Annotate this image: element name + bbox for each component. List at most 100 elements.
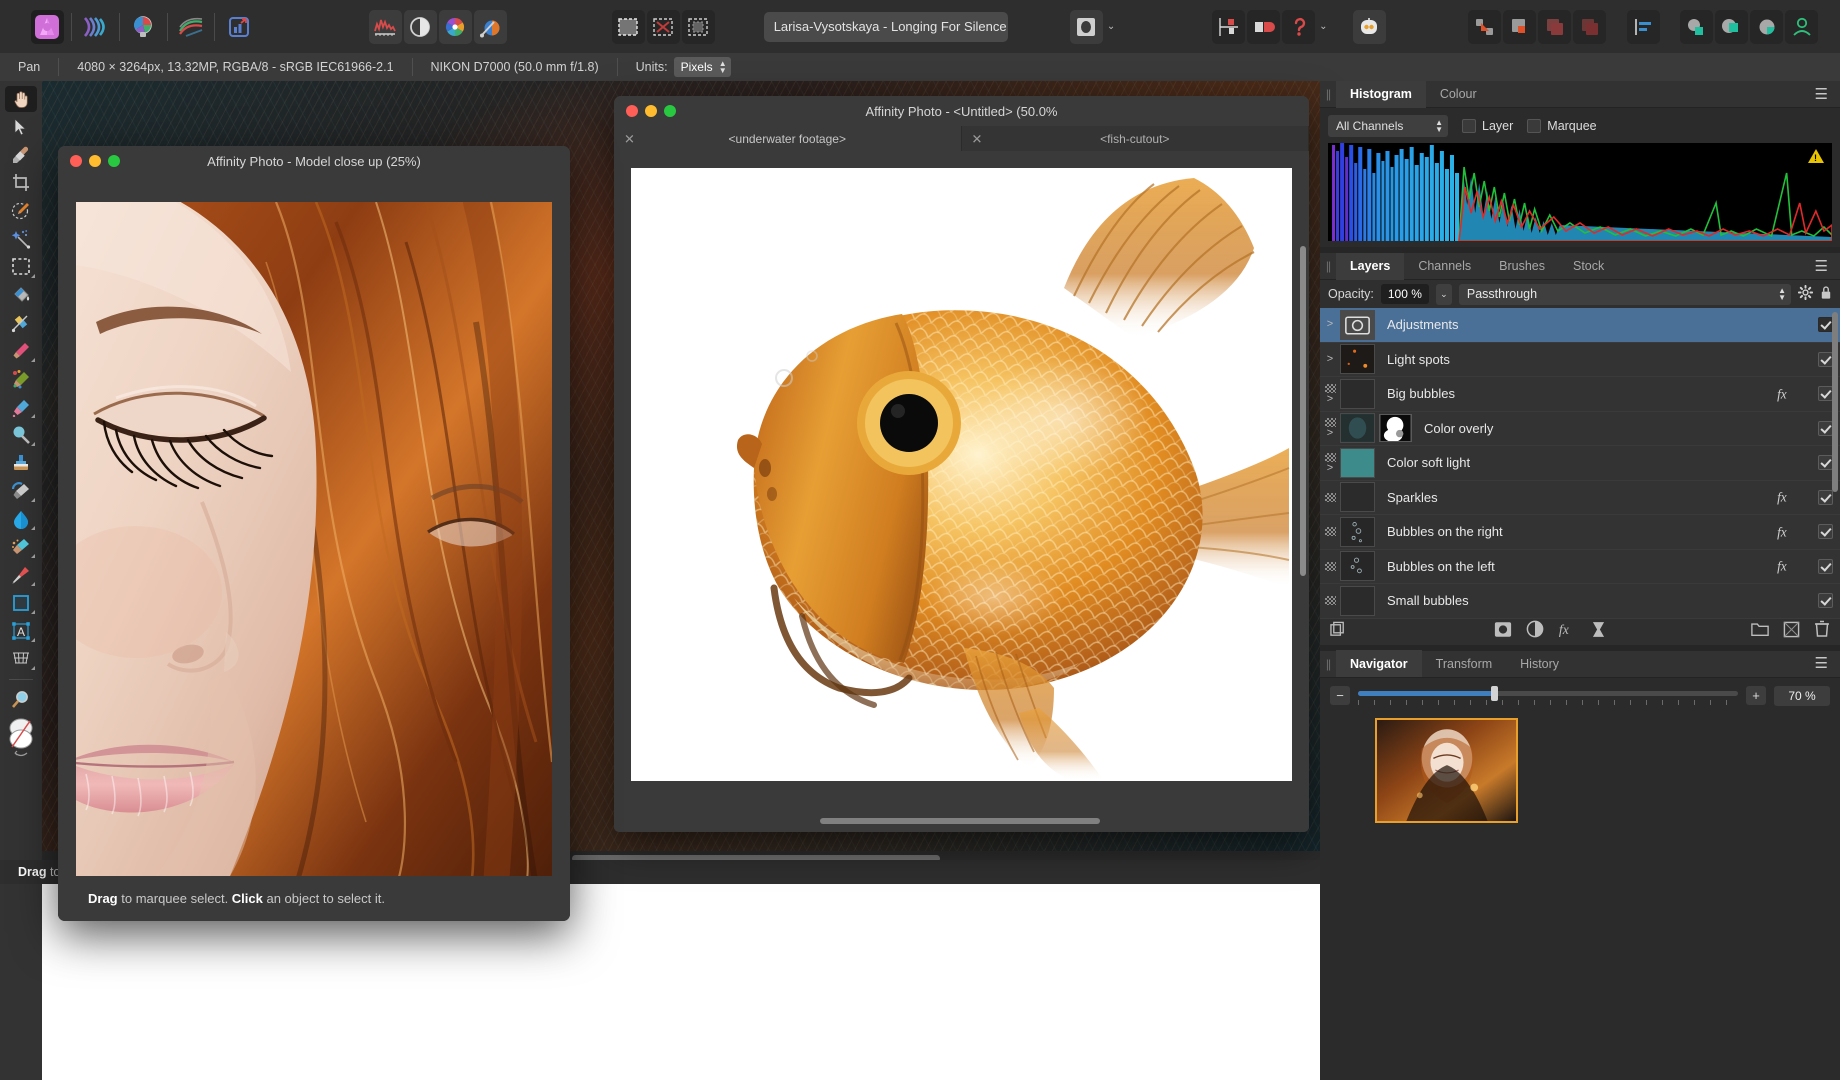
distribute-button[interactable] — [1627, 9, 1661, 44]
fish-horizontal-scrollbar[interactable] — [614, 810, 1309, 832]
panel-menu-icon[interactable]: ☰ — [1803, 259, 1840, 274]
adjustment-studio-button[interactable] — [403, 9, 437, 44]
layer-row[interactable]: Bubbles on the left fx — [1320, 549, 1840, 584]
layer-row[interactable]: > Big bubbles fx — [1320, 377, 1840, 412]
layer-row[interactable]: Small bubbles — [1320, 584, 1840, 619]
crop-tool[interactable] — [0, 169, 42, 197]
zoom-slider-knob[interactable] — [1491, 685, 1498, 701]
blur-brush-tool[interactable] — [0, 505, 42, 533]
blend-ranges-dropdown-icon[interactable]: ⌄ — [1107, 21, 1115, 32]
model-minimize-button[interactable] — [89, 155, 101, 167]
blend-mode-select[interactable]: Passthrough ▲ ▼ — [1458, 283, 1791, 305]
histogram-layer-checkbox[interactable]: Layer — [1462, 119, 1513, 133]
opacity-dropdown-icon[interactable]: ⌄ — [1435, 283, 1452, 305]
zoom-slider[interactable] — [1358, 685, 1738, 706]
histogram-channel-select[interactable]: All Channels ▲ ▼ — [1328, 115, 1448, 137]
live-filter-icon[interactable]: fx — [1558, 621, 1578, 643]
fish-canvas[interactable] — [631, 168, 1292, 781]
layer-visibility-checkbox[interactable] — [1810, 584, 1840, 618]
layer-fx-icon[interactable]: fx — [1776, 515, 1810, 549]
fish-maximize-button[interactable] — [664, 105, 676, 117]
new-layer-icon[interactable] — [1783, 621, 1800, 643]
layer-fx-icon[interactable]: fx — [1776, 481, 1810, 515]
dodge-brush-tool[interactable] — [0, 421, 42, 449]
layer-handle[interactable] — [1320, 584, 1340, 618]
layers-list-scrollbar[interactable] — [1832, 312, 1838, 492]
zoom-tool[interactable] — [0, 686, 42, 714]
tab-history[interactable]: History — [1506, 650, 1573, 677]
navigator-thumbnail[interactable] — [1375, 717, 1518, 823]
develop-persona-button[interactable] — [126, 10, 159, 44]
blend-ranges-button[interactable] — [1069, 9, 1103, 44]
layer-row[interactable]: > Light spots — [1320, 342, 1840, 377]
histogram-graph[interactable] — [1328, 143, 1832, 241]
pixel-layer-icon[interactable] — [1592, 621, 1605, 643]
tab-stock[interactable]: Stock — [1559, 253, 1618, 280]
colour-wheel-studio-button[interactable] — [438, 9, 472, 44]
paint-brush-tool[interactable] — [0, 337, 42, 365]
tab-brushes[interactable]: Brushes — [1485, 253, 1559, 280]
layer-row[interactable]: Bubbles on the right fx — [1320, 515, 1840, 550]
panel-menu-icon[interactable]: ☰ — [1803, 656, 1840, 671]
layer-handle[interactable] — [1320, 515, 1340, 549]
histogram-marquee-checkbox[interactable]: Marquee — [1527, 119, 1597, 133]
tone-mapping-persona-button[interactable] — [174, 10, 207, 44]
colour-picker-tool[interactable] — [0, 141, 42, 169]
zoom-in-button[interactable]: + — [1746, 686, 1766, 705]
layer-row[interactable]: > Color soft light — [1320, 446, 1840, 481]
new-group-icon[interactable] — [1751, 621, 1769, 642]
delete-layer-icon[interactable] — [1814, 620, 1830, 643]
layer-fx-icon[interactable]: fx — [1776, 377, 1810, 411]
model-document-window[interactable]: Affinity Photo - Model close up (25%) Dr… — [58, 146, 570, 921]
fish-minimize-button[interactable] — [645, 105, 657, 117]
layer-expand-arrow-icon[interactable]: > — [1327, 353, 1333, 364]
gradient-tool[interactable] — [0, 309, 42, 337]
histogram-studio-button[interactable] — [368, 9, 402, 44]
select-all-button[interactable] — [611, 9, 645, 44]
zoom-out-button[interactable]: − — [1330, 686, 1350, 705]
model-close-button[interactable] — [70, 155, 82, 167]
layer-handle[interactable]: > — [1320, 412, 1340, 446]
layer-row[interactable]: > Adjustments — [1320, 308, 1840, 343]
account-button[interactable] — [1785, 9, 1819, 44]
layer-fx-icon[interactable]: fx — [1776, 550, 1810, 584]
colour-picker-studio-button[interactable] — [473, 9, 507, 44]
liquify-persona-button[interactable] — [79, 10, 112, 44]
panel-menu-icon[interactable]: ☰ — [1803, 87, 1840, 102]
assistant-button[interactable] — [1352, 9, 1386, 44]
layer-expand-arrow-icon[interactable]: > — [1327, 319, 1333, 330]
smudge-brush-tool[interactable] — [0, 477, 42, 505]
fish-document-window[interactable]: Affinity Photo - <Untitled> (50.0% ✕ <un… — [614, 96, 1309, 832]
selection-brush-tool[interactable] — [0, 197, 42, 225]
snapping-button[interactable] — [1211, 9, 1246, 44]
paint-mixer-brush-tool[interactable] — [0, 365, 42, 393]
document-tab-underwater-footage[interactable]: ✕ <underwater footage> — [614, 126, 962, 151]
model-canvas[interactable] — [76, 202, 552, 886]
clipping-warning-icon[interactable] — [1808, 149, 1824, 163]
colour-swatch-tool[interactable] — [0, 714, 42, 764]
deselect-button[interactable] — [646, 9, 680, 44]
subtract-geometry-button[interactable] — [1714, 9, 1748, 44]
tab-colour[interactable]: Colour — [1426, 81, 1491, 108]
flood-select-tool[interactable] — [0, 225, 42, 253]
layer-handle[interactable]: > — [1320, 446, 1340, 480]
layer-row[interactable]: Sparkles fx — [1320, 480, 1840, 515]
layer-settings-icon[interactable] — [1797, 284, 1814, 303]
tab-navigator[interactable]: Navigator — [1336, 650, 1422, 677]
mask-layer-icon[interactable] — [1494, 621, 1512, 643]
panel-grip-icon[interactable]: || — [1320, 657, 1336, 671]
mesh-warp-tool[interactable] — [0, 645, 42, 673]
tab-histogram[interactable]: Histogram — [1336, 80, 1426, 108]
clone-brush-tool[interactable] — [0, 449, 42, 477]
lock-icon[interactable] — [1820, 285, 1832, 303]
photo-persona-button[interactable] — [30, 9, 64, 44]
layer-visibility-checkbox[interactable] — [1810, 515, 1840, 549]
intersect-shapes-button[interactable] — [1573, 9, 1607, 44]
close-tab-icon[interactable]: ✕ — [624, 132, 635, 145]
layer-row[interactable]: > Color overly — [1320, 411, 1840, 446]
layer-handle[interactable]: > — [1320, 343, 1340, 377]
layer-expand-arrow-icon[interactable]: > — [1327, 462, 1333, 473]
document-tab-fish-cutout[interactable]: ✕ <fish-cutout> — [961, 126, 1309, 151]
panel-grip-icon[interactable]: || — [1320, 259, 1336, 273]
combine-shapes-button[interactable] — [1503, 9, 1537, 44]
